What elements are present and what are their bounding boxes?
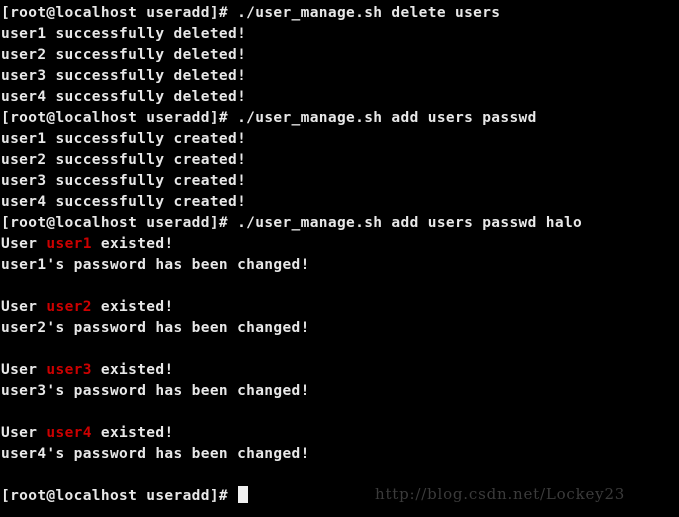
terminal-output-line: User user4 existed! bbox=[1, 423, 679, 444]
terminal-output-line: user1 successfully created! bbox=[1, 129, 679, 150]
watermark-text: http://blog.csdn.net/Lockey23 bbox=[375, 485, 626, 503]
shell-prompt: [root@localhost useradd]# bbox=[1, 488, 238, 504]
shell-prompt: [root@localhost useradd]# bbox=[1, 5, 238, 21]
output-text-prefix: User bbox=[1, 425, 47, 441]
terminal-command-line: [root@localhost useradd]# ./user_manage.… bbox=[1, 108, 679, 129]
terminal-output-line: user2 successfully deleted! bbox=[1, 45, 679, 66]
terminal-window[interactable]: [root@localhost useradd]# ./user_manage.… bbox=[0, 0, 679, 517]
shell-command: ./user_manage.sh add users passwd bbox=[237, 110, 537, 126]
terminal-output: [root@localhost useradd]# ./user_manage.… bbox=[1, 3, 679, 507]
output-text-suffix: existed! bbox=[91, 362, 174, 378]
terminal-command-line: [root@localhost useradd]# ./user_manage.… bbox=[1, 213, 679, 234]
terminal-output-line: User user1 existed! bbox=[1, 234, 679, 255]
shell-command: ./user_manage.sh delete users bbox=[237, 5, 501, 21]
output-text: user3's password has been changed! bbox=[1, 383, 310, 399]
text-cursor[interactable] bbox=[238, 486, 249, 503]
terminal-output-line: user2's password has been changed! bbox=[1, 318, 679, 339]
output-text: user2 successfully deleted! bbox=[1, 47, 247, 63]
terminal-command-line: [root@localhost useradd]# ./user_manage.… bbox=[1, 3, 679, 24]
shell-prompt: [root@localhost useradd]# bbox=[1, 215, 238, 231]
output-text: user4 successfully created! bbox=[1, 194, 247, 210]
output-text: user3 successfully created! bbox=[1, 173, 247, 189]
output-text: user3 successfully deleted! bbox=[1, 68, 247, 84]
username-highlight: user1 bbox=[46, 236, 92, 252]
terminal-output-line: user4's password has been changed! bbox=[1, 444, 679, 465]
terminal-output-line: user1's password has been changed! bbox=[1, 255, 679, 276]
output-text-suffix: existed! bbox=[91, 299, 174, 315]
output-text: user2's password has been changed! bbox=[1, 320, 310, 336]
output-text: user1 successfully deleted! bbox=[1, 26, 247, 42]
shell-command: ./user_manage.sh add users passwd halo bbox=[237, 215, 583, 231]
terminal-output-line: user3 successfully deleted! bbox=[1, 66, 679, 87]
terminal-output-line: user3's password has been changed! bbox=[1, 381, 679, 402]
terminal-output-line: user4 successfully created! bbox=[1, 192, 679, 213]
terminal-output-line: user2 successfully created! bbox=[1, 150, 679, 171]
output-text-prefix: User bbox=[1, 299, 47, 315]
output-text-suffix: existed! bbox=[91, 425, 174, 441]
output-text-suffix: existed! bbox=[91, 236, 174, 252]
username-highlight: user4 bbox=[46, 425, 92, 441]
terminal-output-line: user4 successfully deleted! bbox=[1, 87, 679, 108]
shell-prompt: [root@localhost useradd]# bbox=[1, 110, 238, 126]
output-text: user4's password has been changed! bbox=[1, 446, 310, 462]
terminal-output-line: User user2 existed! bbox=[1, 297, 679, 318]
terminal-output-line: user1 successfully deleted! bbox=[1, 24, 679, 45]
terminal-output-line: User user3 existed! bbox=[1, 360, 679, 381]
output-text: user1's password has been changed! bbox=[1, 257, 310, 273]
output-text-prefix: User bbox=[1, 236, 47, 252]
terminal-output-line: user3 successfully created! bbox=[1, 171, 679, 192]
output-text: user4 successfully deleted! bbox=[1, 89, 247, 105]
username-highlight: user3 bbox=[46, 362, 92, 378]
output-text-prefix: User bbox=[1, 362, 47, 378]
username-highlight: user2 bbox=[46, 299, 92, 315]
output-text: user2 successfully created! bbox=[1, 152, 247, 168]
output-text: user1 successfully created! bbox=[1, 131, 247, 147]
